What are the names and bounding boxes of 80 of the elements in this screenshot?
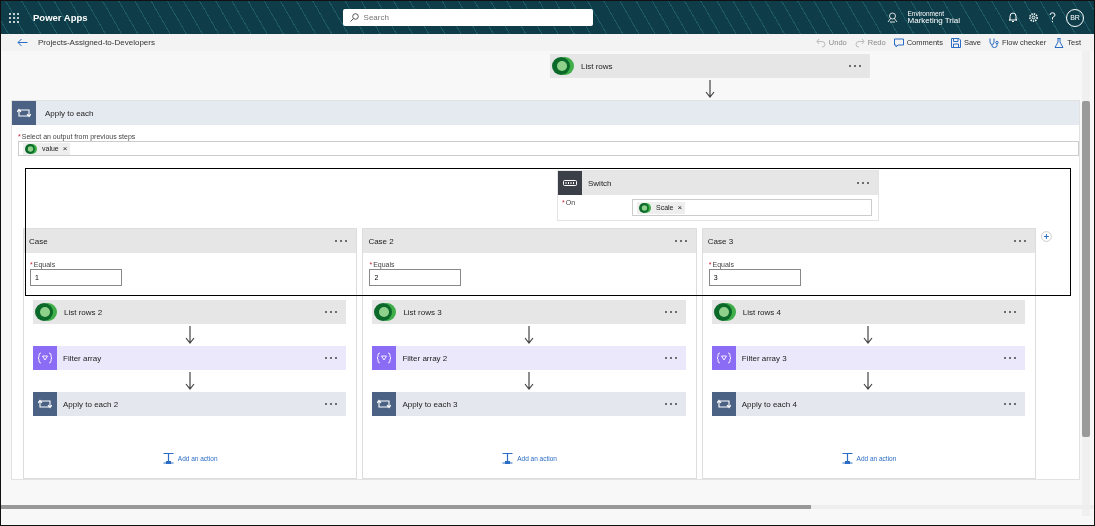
more-icon[interactable] xyxy=(673,239,688,243)
environment-name[interactable]: Marketing Trial xyxy=(907,16,960,26)
case-title: Case xyxy=(29,236,49,246)
more-icon[interactable] xyxy=(856,181,870,185)
more-icon[interactable] xyxy=(848,64,862,68)
action-card[interactable]: List rows 3 xyxy=(372,300,686,324)
more-icon[interactable] xyxy=(324,356,339,360)
add-case-icon[interactable] xyxy=(1041,231,1052,242)
connector-arrow xyxy=(524,326,535,344)
more-icon[interactable] xyxy=(1003,356,1018,360)
filter-icon xyxy=(711,346,736,370)
dataverse-icon xyxy=(551,55,575,77)
action-card[interactable]: Apply to each 3 xyxy=(372,392,686,416)
action-title: Apply to each 4 xyxy=(741,399,798,409)
action-card[interactable]: Filter array 2 xyxy=(372,346,686,370)
more-icon[interactable] xyxy=(663,356,678,360)
action-title: Apply to each 3 xyxy=(402,399,459,409)
action-card[interactable]: Apply to each 4 xyxy=(711,392,1026,416)
action-title: Apply to each 2 xyxy=(63,399,120,409)
action-title: Switch xyxy=(588,178,613,188)
action-card[interactable]: Filter array xyxy=(33,346,347,370)
action-title: List rows 3 xyxy=(403,307,443,317)
dataverse-icon xyxy=(34,301,58,323)
connector-arrow xyxy=(863,326,874,344)
flask-icon xyxy=(1054,37,1065,48)
redo-icon xyxy=(854,37,865,48)
action-card[interactable]: List rows xyxy=(550,54,870,78)
notification-bell-icon[interactable] xyxy=(1008,12,1018,23)
more-icon[interactable] xyxy=(663,310,678,314)
more-icon[interactable] xyxy=(324,310,339,314)
search-field[interactable]: Search xyxy=(342,9,593,26)
more-icon[interactable] xyxy=(1003,310,1018,314)
app-launcher-icon[interactable] xyxy=(9,12,19,23)
add-action-icon xyxy=(841,453,853,464)
connector-arrow xyxy=(524,372,535,390)
action-title: Filter array xyxy=(63,353,103,363)
search-icon xyxy=(349,13,359,22)
more-icon[interactable] xyxy=(324,402,339,406)
filter-icon xyxy=(33,346,57,370)
speech-bubble-icon xyxy=(893,37,904,48)
action-title: List rows xyxy=(581,61,614,71)
action-title: List rows 2 xyxy=(64,307,104,317)
action-title: Apply to each xyxy=(45,108,95,118)
action-card[interactable]: List rows 2 xyxy=(33,300,347,324)
action-title: List rows 4 xyxy=(742,307,782,317)
action-card[interactable]: List rows 4 xyxy=(711,300,1026,324)
loop-icon xyxy=(372,392,397,416)
dataverse-icon xyxy=(24,142,38,155)
back-arrow-icon[interactable] xyxy=(17,38,28,47)
dataverse-icon xyxy=(373,301,398,323)
action-title: Filter array 2 xyxy=(402,353,449,363)
app-name[interactable]: Power Apps xyxy=(33,12,88,23)
connector-arrow xyxy=(184,372,195,390)
filter-icon xyxy=(372,346,397,370)
vertical-scrollbar[interactable] xyxy=(1082,51,1090,516)
flow-title: Projects-Assigned-to-Developers xyxy=(38,38,155,47)
add-action-icon xyxy=(502,453,514,464)
more-icon[interactable] xyxy=(1013,239,1028,243)
dataverse-icon xyxy=(712,301,737,323)
help-icon[interactable] xyxy=(1049,12,1056,23)
dataverse-icon xyxy=(638,201,652,214)
connector-arrow xyxy=(184,326,195,344)
connector-arrow xyxy=(705,80,715,98)
action-card[interactable]: Filter array 3 xyxy=(711,346,1026,370)
connector-arrow xyxy=(863,372,874,390)
more-icon[interactable] xyxy=(334,239,349,243)
undo-icon xyxy=(815,37,826,48)
more-icon[interactable] xyxy=(663,402,678,406)
loop-icon xyxy=(33,392,57,416)
case-title: Case 2 xyxy=(368,236,395,246)
environment-icon xyxy=(886,12,898,23)
case-title: Case 3 xyxy=(707,236,735,246)
stethoscope-icon xyxy=(989,37,1000,48)
action-card[interactable]: Apply to each 2 xyxy=(33,392,347,416)
horizontal-scrollbar[interactable] xyxy=(1,505,1094,509)
add-action-icon xyxy=(162,453,174,464)
action-title: Filter array 3 xyxy=(741,353,788,363)
settings-icon[interactable] xyxy=(1028,12,1039,23)
loop-icon xyxy=(711,392,736,416)
more-icon[interactable] xyxy=(1003,402,1018,406)
